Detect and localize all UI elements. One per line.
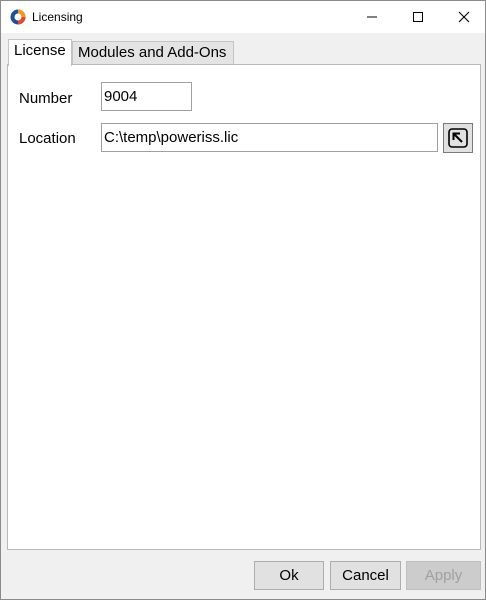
ok-button[interactable]: Ok <box>254 561 324 590</box>
close-button[interactable] <box>441 1 486 33</box>
tab-modules-and-add-ons[interactable]: Modules and Add-Ons <box>72 41 234 65</box>
maximize-icon <box>413 12 423 22</box>
maximize-button[interactable] <box>395 1 441 33</box>
location-field[interactable]: C:\temp\poweriss.lic <box>101 123 438 152</box>
minimize-icon <box>367 16 377 18</box>
number-field[interactable]: 9004 <box>101 82 192 111</box>
app-logo-icon <box>10 9 26 25</box>
number-label: Number <box>19 90 73 107</box>
apply-button[interactable]: Apply <box>406 561 481 590</box>
minimize-button[interactable] <box>349 1 395 33</box>
cancel-button[interactable]: Cancel <box>330 561 401 590</box>
window-title: Licensing <box>32 10 83 24</box>
tab-license[interactable]: License <box>8 39 72 66</box>
licensing-window: Licensing License Modules and Add-Ons Nu… <box>0 0 486 600</box>
title-bar[interactable]: Licensing <box>1 1 485 33</box>
location-label: Location <box>19 130 76 147</box>
browse-button[interactable] <box>443 123 473 153</box>
browse-arrow-icon <box>448 128 468 148</box>
close-icon <box>458 11 470 23</box>
